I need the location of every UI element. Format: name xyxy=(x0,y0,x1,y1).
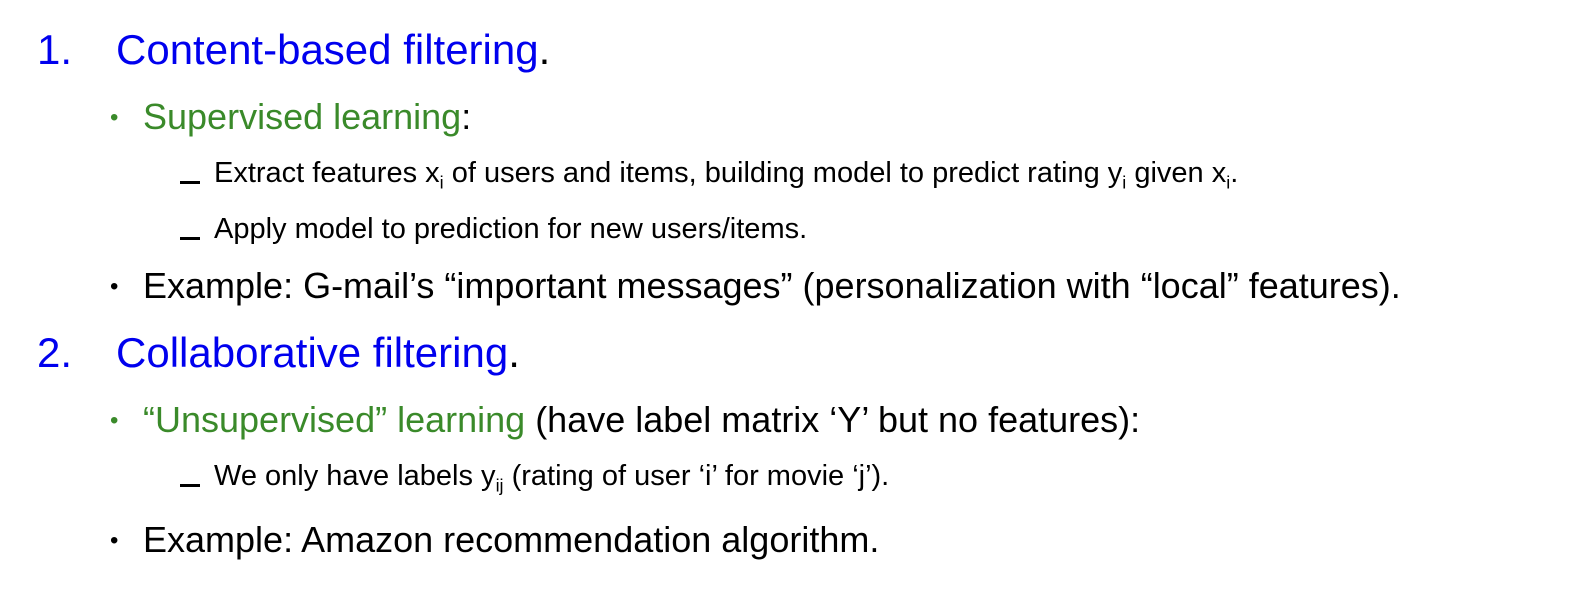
section-1-title-line: Content-based filtering. xyxy=(116,29,550,71)
bullet-2-1-rest: (have label matrix ‘Y’ but no features): xyxy=(525,399,1141,440)
bullet-2-2-glyph: • xyxy=(110,527,119,554)
dash-1-1-1 xyxy=(180,181,200,184)
sub-item-2-1-1: We only have labels yij (rating of user … xyxy=(214,460,890,495)
sub-item-2-1-1-a: We only have labels y xyxy=(214,460,496,492)
section-2-number: 2. xyxy=(37,329,73,376)
bullet-2-1: “Unsupervised” learning (have label matr… xyxy=(143,402,1140,438)
section-1-number: 1. xyxy=(37,26,73,73)
bullet-2-1-highlight: “Unsupervised” learning xyxy=(143,399,526,440)
section-1-title-end: . xyxy=(538,26,551,73)
slide: 1. Content-based filtering. • Supervised… xyxy=(0,0,1586,616)
sub-item-2-1-1-a-sub: ij xyxy=(495,475,504,496)
bullet-1-1-highlight: Supervised learning xyxy=(143,96,462,137)
section-2-title-end: . xyxy=(508,329,520,376)
sub-item-1-1-1-a: Extract features x xyxy=(214,157,440,189)
bullet-1-2: Example: G-mail’s “important messages” (… xyxy=(143,265,1401,306)
sub-item-1-1-1-c: given x xyxy=(1126,157,1227,189)
sub-item-1-1-2: Apply model to prediction for new users/… xyxy=(214,213,808,245)
dash-1-1-2 xyxy=(180,237,200,240)
bullet-1-2-glyph: • xyxy=(110,273,119,300)
section-2-title-line: Collaborative filtering. xyxy=(116,332,520,374)
bullet-1-1-rest: : xyxy=(461,96,472,137)
bullet-1-1-glyph: • xyxy=(110,104,119,131)
bullet-2-2: Example: Amazon recommendation algorithm… xyxy=(143,519,880,560)
section-2-title: Collaborative filtering xyxy=(116,329,509,376)
sub-item-1-1-1-b: of users and items, building model to pr… xyxy=(443,157,1123,189)
sub-item-1-1-1-d: . xyxy=(1230,157,1239,189)
bullet-1-1: Supervised learning: xyxy=(143,99,471,135)
bullet-2-1-glyph: • xyxy=(110,407,119,434)
section-1-title: Content-based filtering xyxy=(116,26,539,73)
sub-item-1-1-1: Extract features xi of users and items, … xyxy=(214,157,1239,192)
sub-item-2-1-1-b: (rating of user ‘i’ for movie ‘j’). xyxy=(503,460,890,492)
dash-2-1-1 xyxy=(180,484,200,487)
